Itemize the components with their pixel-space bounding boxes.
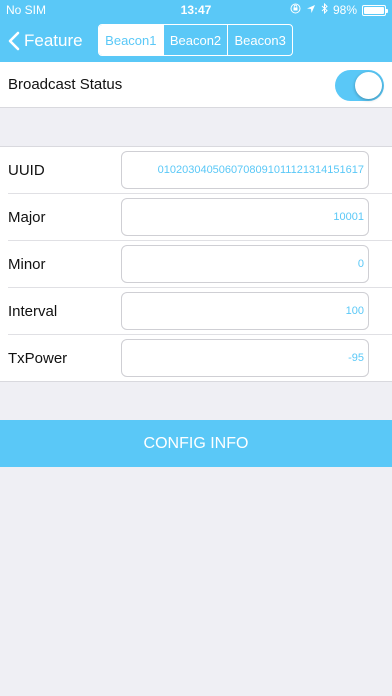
interval-row: Interval bbox=[0, 288, 392, 335]
broadcast-status-label: Broadcast Status bbox=[8, 76, 123, 93]
broadcast-status-toggle[interactable] bbox=[335, 70, 384, 101]
interval-input[interactable] bbox=[121, 292, 369, 330]
major-row: Major bbox=[0, 194, 392, 241]
status-bar: No SIM 13:47 98% bbox=[0, 0, 392, 20]
txpower-row: TxPower bbox=[0, 335, 392, 382]
major-input[interactable] bbox=[121, 198, 369, 236]
minor-label: Minor bbox=[8, 256, 46, 273]
beacon-fields-group: UUID Major Minor Interval TxPower bbox=[0, 146, 392, 382]
minor-row: Minor bbox=[0, 241, 392, 288]
txpower-input[interactable] bbox=[121, 339, 369, 377]
uuid-input[interactable] bbox=[121, 151, 369, 189]
navigation-bar: No SIM 13:47 98% Feature Beacon1 Beacon2… bbox=[0, 0, 392, 62]
segment-beacon3[interactable]: Beacon3 bbox=[227, 25, 292, 55]
major-label: Major bbox=[8, 209, 46, 226]
interval-label: Interval bbox=[8, 303, 58, 320]
broadcast-status-row: Broadcast Status bbox=[0, 62, 392, 108]
uuid-label: UUID bbox=[8, 162, 45, 179]
uuid-row: UUID bbox=[0, 147, 392, 194]
orientation-lock-icon bbox=[290, 3, 301, 17]
back-button[interactable]: Feature bbox=[8, 27, 83, 55]
segment-beacon1[interactable]: Beacon1 bbox=[99, 25, 163, 55]
back-button-label: Feature bbox=[24, 31, 83, 50]
battery-icon bbox=[362, 4, 388, 16]
bluetooth-icon bbox=[321, 2, 328, 17]
chevron-left-icon bbox=[8, 31, 20, 51]
minor-input[interactable] bbox=[121, 245, 369, 283]
battery-percent: 98% bbox=[332, 3, 357, 17]
segment-beacon2[interactable]: Beacon2 bbox=[162, 25, 228, 55]
location-arrow-icon bbox=[306, 4, 316, 17]
txpower-label: TxPower bbox=[8, 350, 68, 367]
toggle-knob bbox=[355, 72, 382, 99]
beacon-segmented-control: Beacon1 Beacon2 Beacon3 bbox=[98, 24, 293, 56]
config-info-button[interactable]: CONFIG INFO bbox=[0, 420, 392, 467]
